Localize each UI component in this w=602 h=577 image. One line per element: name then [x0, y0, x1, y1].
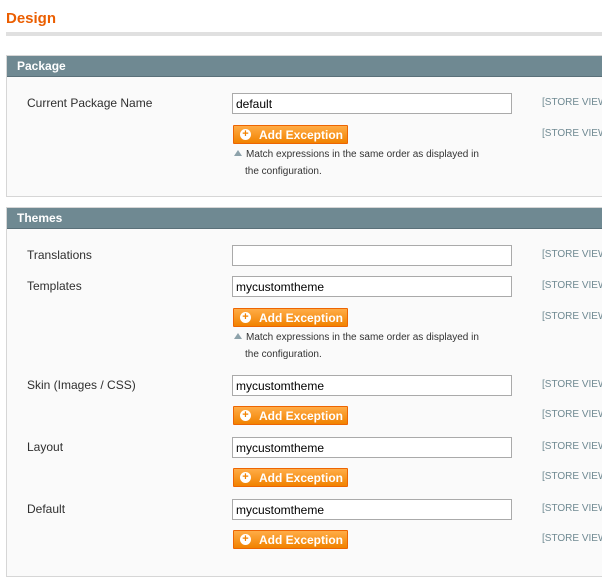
scope-label: [STORE VIEW]	[542, 97, 602, 108]
themes-section-header[interactable]: Themes	[7, 208, 602, 229]
default-input[interactable]	[232, 499, 512, 520]
translations-label: Translations	[27, 248, 92, 262]
triangle-up-icon	[234, 333, 242, 339]
templates-label: Templates	[27, 279, 82, 293]
scope-label: [STORE VIEW]	[542, 533, 602, 544]
default-label: Default	[27, 502, 66, 516]
scope-label: [STORE VIEW]	[542, 280, 602, 291]
note-line-2: the configuration.	[245, 166, 322, 177]
scope-label: [STORE VIEW]	[542, 379, 602, 390]
scope-label: [STORE VIEW]	[542, 503, 602, 514]
current-package-name-label: Current Package Name	[27, 96, 153, 110]
scope-label: [STORE VIEW]	[542, 311, 602, 322]
add-exception-label: Add Exception	[259, 127, 344, 142]
note-line-1: Match expressions in the same order as d…	[246, 332, 479, 343]
page-title: Design	[6, 10, 57, 27]
package-section-header[interactable]: Package	[7, 56, 602, 77]
skin-input[interactable]	[232, 375, 512, 396]
add-exception-button[interactable]: + Add Exception	[233, 125, 348, 144]
templates-input[interactable]	[232, 276, 512, 297]
exception-note: Match expressions in the same order as d…	[234, 146, 514, 180]
plus-circle-icon: +	[240, 534, 251, 545]
add-exception-label: Add Exception	[259, 310, 344, 325]
add-exception-button[interactable]: + Add Exception	[233, 406, 348, 425]
scope-label: [STORE VIEW]	[542, 471, 602, 482]
package-section: Package Current Package Name [STORE VIEW…	[6, 55, 602, 197]
layout-input[interactable]	[232, 437, 512, 458]
title-divider	[6, 32, 602, 36]
layout-label: Layout	[27, 440, 64, 454]
add-exception-button[interactable]: + Add Exception	[233, 308, 348, 327]
add-exception-button[interactable]: + Add Exception	[233, 468, 348, 487]
scope-label: [STORE VIEW]	[542, 128, 602, 139]
plus-circle-icon: +	[240, 410, 251, 421]
add-exception-button[interactable]: + Add Exception	[233, 530, 348, 549]
themes-section: Themes Translations [STORE VIEW] Templat…	[6, 207, 602, 577]
add-exception-label: Add Exception	[259, 532, 344, 547]
skin-label: Skin (Images / CSS)	[27, 378, 136, 392]
add-exception-label: Add Exception	[259, 408, 344, 423]
current-package-name-input[interactable]	[232, 93, 512, 114]
note-line-2: the configuration.	[245, 349, 322, 360]
scope-label: [STORE VIEW]	[542, 441, 602, 452]
translations-input[interactable]	[232, 245, 512, 266]
exception-note: Match expressions in the same order as d…	[234, 329, 514, 363]
plus-circle-icon: +	[240, 312, 251, 323]
note-line-1: Match expressions in the same order as d…	[246, 149, 479, 160]
scope-label: [STORE VIEW]	[542, 409, 602, 420]
scope-label: [STORE VIEW]	[542, 249, 602, 260]
add-exception-label: Add Exception	[259, 470, 344, 485]
plus-circle-icon: +	[240, 129, 251, 140]
plus-circle-icon: +	[240, 472, 251, 483]
triangle-up-icon	[234, 150, 242, 156]
